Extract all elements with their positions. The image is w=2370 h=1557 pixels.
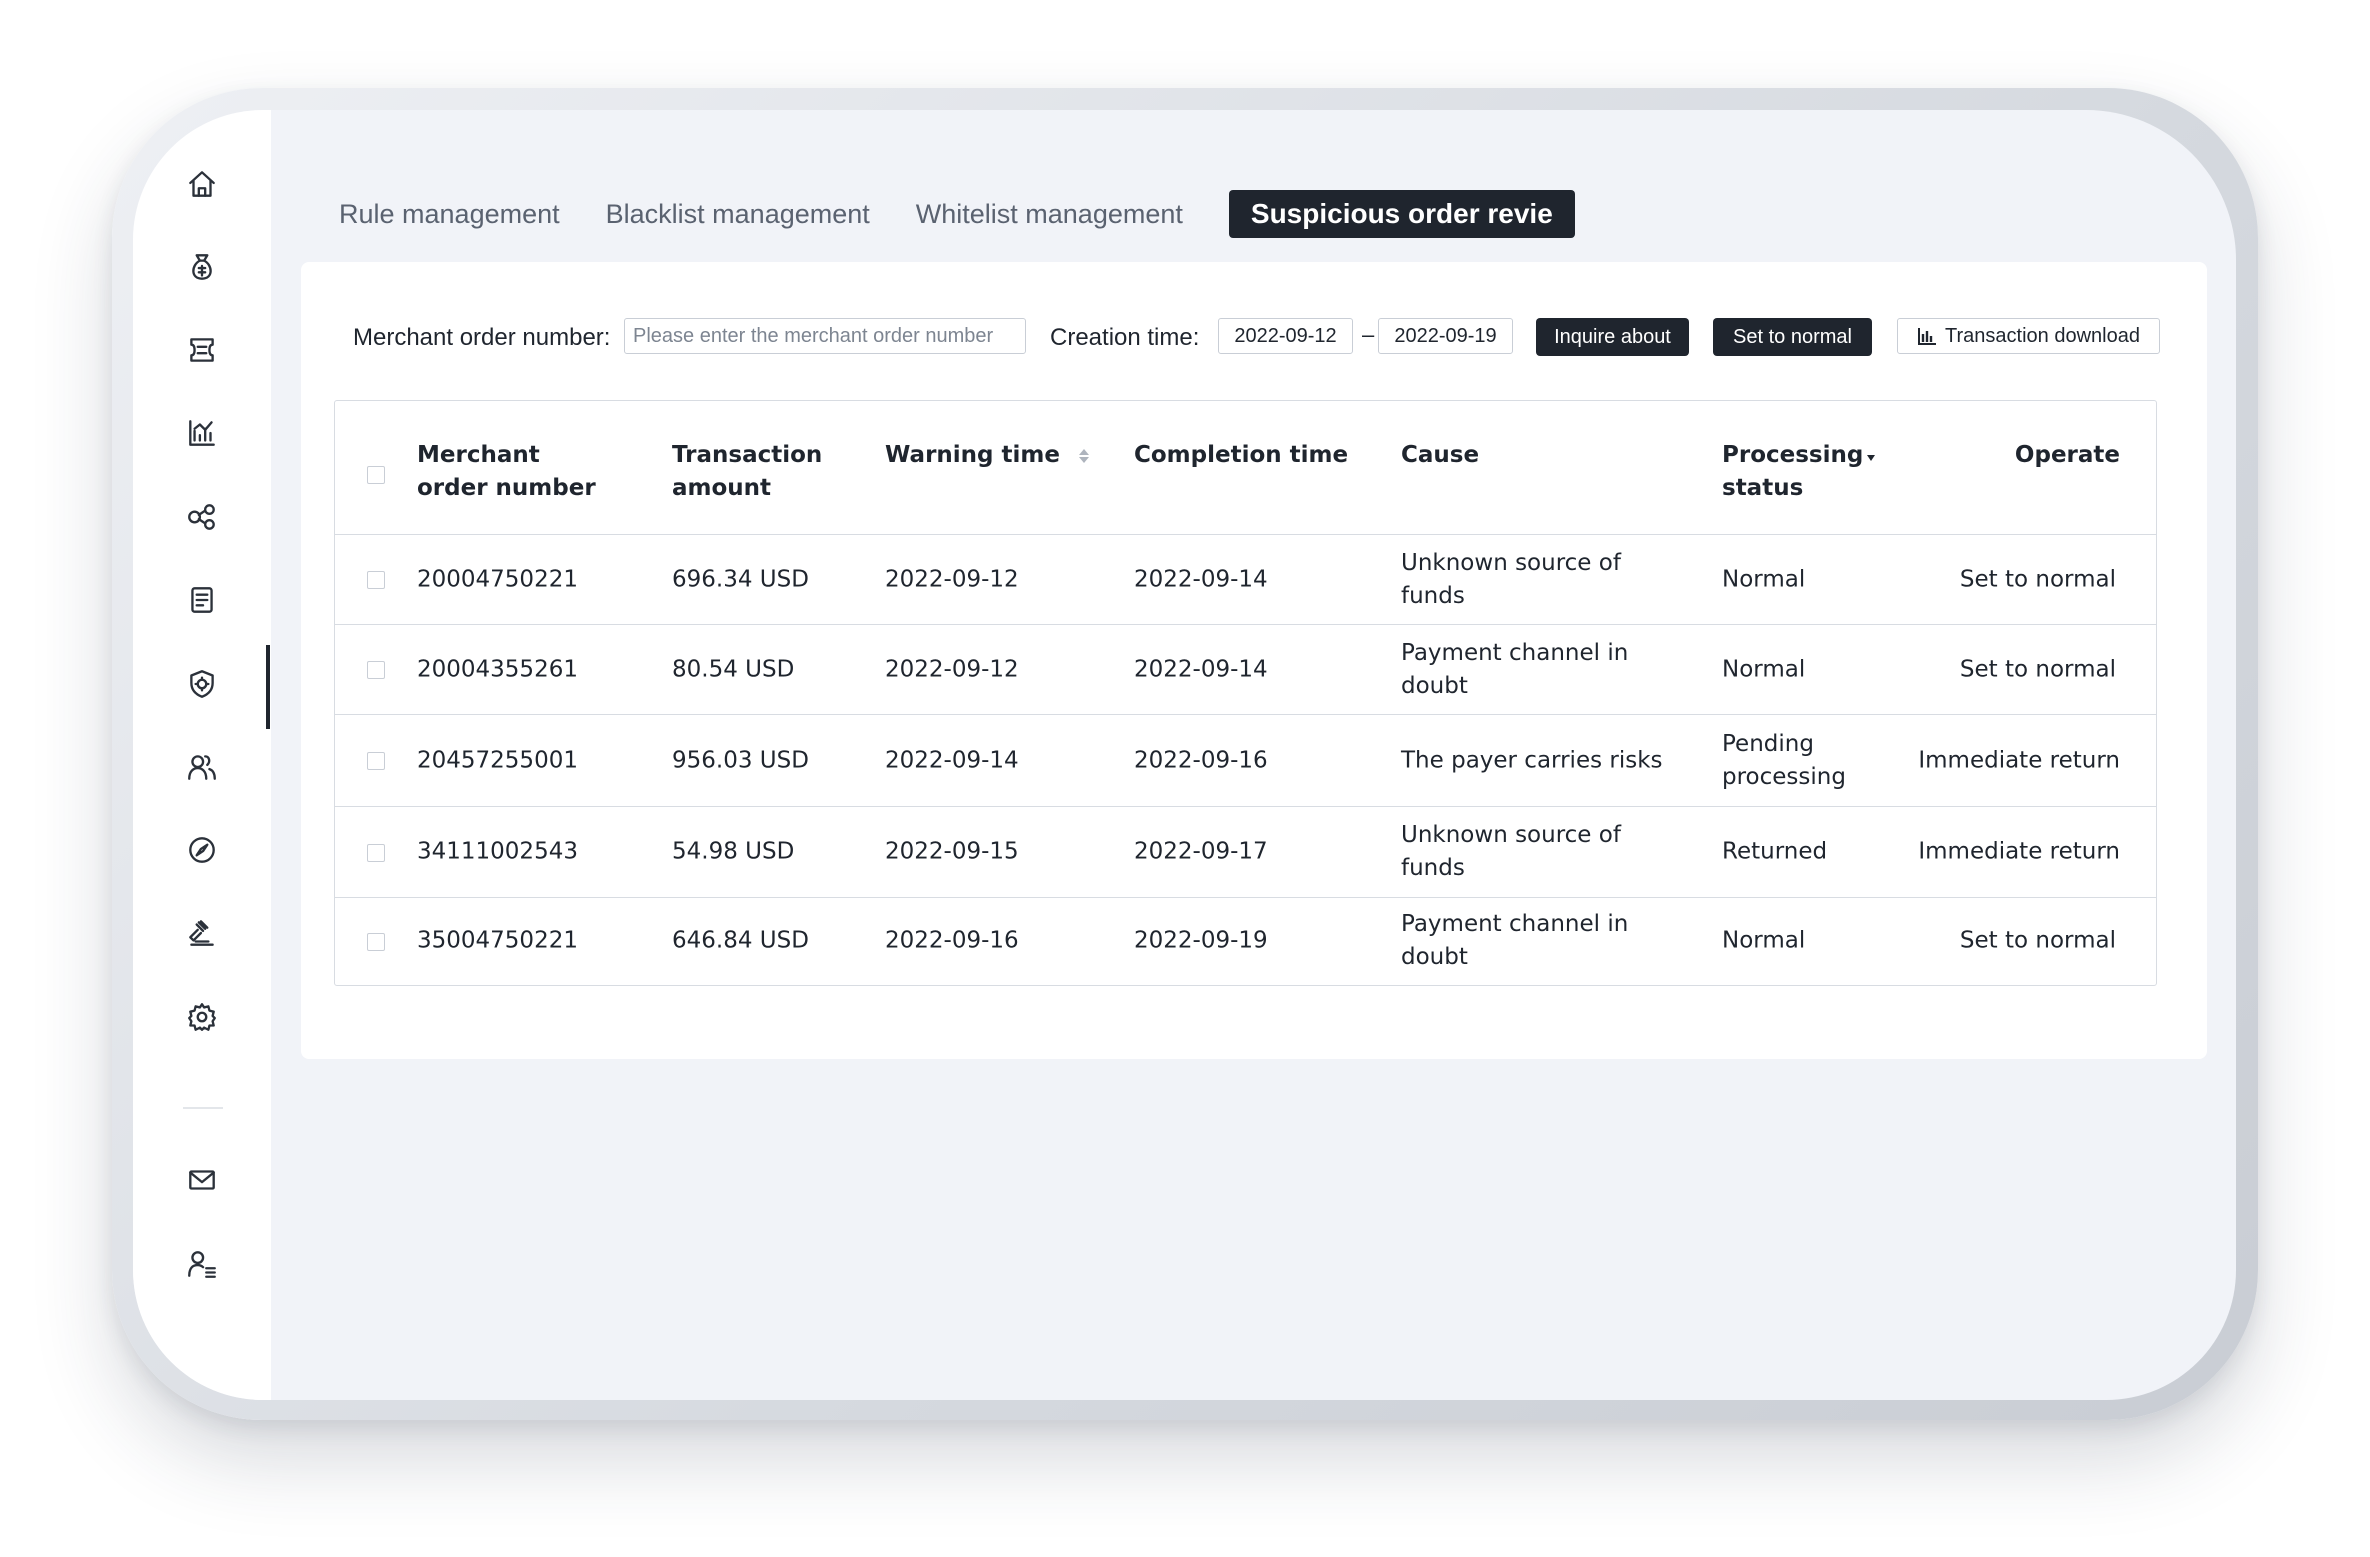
cell-completion-time: 2022-09-14 [1134, 566, 1268, 592]
cell-order-number: 20004750221 [417, 566, 578, 592]
cell-warning-time: 2022-09-12 [885, 656, 1019, 682]
table-row: 20004750221 696.34 USD 2022-09-12 2022-0… [335, 535, 2156, 625]
header-processing-status[interactable]: Processing status [1722, 439, 1875, 505]
inquire-button[interactable]: Inquire about [1536, 318, 1689, 356]
row-action-link[interactable]: Immediate return [1918, 744, 2120, 777]
row-checkbox[interactable] [367, 752, 385, 770]
cell-completion-time: 2022-09-17 [1134, 838, 1268, 865]
gavel-icon[interactable] [183, 914, 221, 952]
sidebar-active-indicator [266, 645, 270, 729]
date-from-input[interactable]: 2022-09-12 [1218, 318, 1353, 354]
row-checkbox[interactable] [367, 844, 385, 862]
cell-order-number: 35004750221 [417, 927, 578, 954]
download-label: Transaction download [1945, 325, 2140, 347]
header-cause: Cause [1401, 442, 1480, 468]
cell-status: Normal [1722, 656, 1806, 682]
cell-status: Returned [1722, 838, 1828, 865]
cell-warning-time: 2022-09-14 [885, 747, 1019, 773]
tab-whitelist-management[interactable]: Whitelist management [916, 191, 1183, 238]
transaction-download-button[interactable]: Transaction download [1897, 318, 2160, 354]
table-row: 35004750221 646.84 USD 2022-09-16 2022-0… [335, 898, 2156, 984]
home-icon[interactable] [183, 165, 221, 203]
cell-cause: Unknown source of funds [1401, 549, 1621, 609]
money-bag-icon[interactable] [183, 248, 221, 286]
date-separator: – [1362, 322, 1375, 347]
cell-amount: 54.98 USD [672, 838, 795, 865]
tab-bar: Rule management Blacklist management Whi… [339, 190, 1621, 238]
cell-warning-time: 2022-09-15 [885, 838, 1019, 865]
cell-amount: 956.03 USD [672, 747, 809, 773]
user-list-icon[interactable] [183, 1245, 221, 1283]
sidebar [133, 110, 271, 1400]
row-action-link[interactable]: Set to normal [1960, 653, 2116, 686]
cell-completion-time: 2022-09-16 [1134, 747, 1268, 773]
filter-dropdown-icon[interactable] [1865, 453, 1877, 463]
row-action-link[interactable]: Set to normal [1960, 925, 2116, 958]
cell-status: Normal [1722, 927, 1806, 954]
orders-table: Merchant order number Transaction amount… [334, 400, 2157, 986]
table-header: Merchant order number Transaction amount… [335, 401, 2156, 535]
share-icon[interactable] [183, 498, 221, 536]
cell-amount: 80.54 USD [672, 656, 795, 682]
cell-order-number: 20004355261 [417, 656, 578, 682]
row-action-link[interactable]: Set to normal [1960, 563, 2116, 596]
tab-blacklist-management[interactable]: Blacklist management [606, 191, 870, 238]
header-operate: Operate [2014, 442, 2120, 468]
sidebar-divider [183, 1107, 223, 1109]
content-panel: Merchant order number: Please enter the … [301, 262, 2207, 1059]
cell-amount: 646.84 USD [672, 927, 809, 954]
header-processing-status-label: Processing status [1722, 442, 1864, 501]
set-to-normal-button[interactable]: Set to normal [1713, 318, 1872, 356]
cell-warning-time: 2022-09-16 [885, 927, 1019, 954]
cell-completion-time: 2022-09-19 [1134, 927, 1268, 954]
compass-icon[interactable] [183, 831, 221, 869]
order-number-label: Merchant order number: [353, 324, 611, 351]
row-action-link[interactable]: Immediate return [1918, 836, 2120, 869]
app-screen: Rule management Blacklist management Whi… [133, 110, 2236, 1400]
filter-bar: Merchant order number: Please enter the … [301, 318, 2207, 358]
header-warning-time-label: Warning time [885, 442, 1060, 468]
document-icon[interactable] [183, 581, 221, 619]
select-all-checkbox[interactable] [367, 466, 385, 484]
sort-icon[interactable] [1078, 447, 1090, 465]
cell-amount: 696.34 USD [672, 566, 809, 592]
header-merchant-order-number: Merchant order number [417, 442, 596, 501]
creation-time-label: Creation time: [1050, 324, 1200, 351]
order-number-input[interactable]: Please enter the merchant order number [624, 318, 1026, 354]
users-icon[interactable] [183, 748, 221, 786]
cell-cause: Unknown source of funds [1401, 822, 1621, 881]
header-transaction-amount: Transaction amount [672, 442, 823, 501]
header-warning-time[interactable]: Warning time [885, 439, 1090, 472]
shield-icon[interactable] [183, 665, 221, 703]
cell-status: Pending processing [1722, 730, 1846, 790]
ticket-icon[interactable] [183, 331, 221, 369]
table-row: 20457255001 956.03 USD 2022-09-14 2022-0… [335, 715, 2156, 807]
cell-status: Normal [1722, 566, 1806, 592]
cell-order-number: 20457255001 [417, 747, 578, 773]
cell-cause: The payer carries risks [1401, 747, 1663, 773]
table-row: 34111002543 54.98 USD 2022-09-15 2022-09… [335, 807, 2156, 898]
cell-warning-time: 2022-09-12 [885, 566, 1019, 592]
row-checkbox[interactable] [367, 661, 385, 679]
cell-order-number: 34111002543 [417, 838, 578, 865]
bar-chart-icon [1918, 328, 1937, 345]
cell-cause: Payment channel in doubt [1401, 911, 1629, 970]
cell-completion-time: 2022-09-14 [1134, 656, 1268, 682]
tab-suspicious-order-review[interactable]: Suspicious order revie [1228, 190, 1575, 238]
tab-rule-management[interactable]: Rule management [339, 191, 560, 238]
chart-icon[interactable] [183, 414, 221, 452]
header-completion-time: Completion time [1134, 442, 1349, 468]
date-to-input[interactable]: 2022-09-19 [1378, 318, 1513, 354]
row-checkbox[interactable] [367, 571, 385, 589]
gear-icon[interactable] [183, 998, 221, 1036]
cell-cause: Payment channel in doubt [1401, 639, 1629, 699]
mail-icon[interactable] [183, 1161, 221, 1199]
table-row: 20004355261 80.54 USD 2022-09-12 2022-09… [335, 625, 2156, 715]
row-checkbox[interactable] [367, 933, 385, 951]
